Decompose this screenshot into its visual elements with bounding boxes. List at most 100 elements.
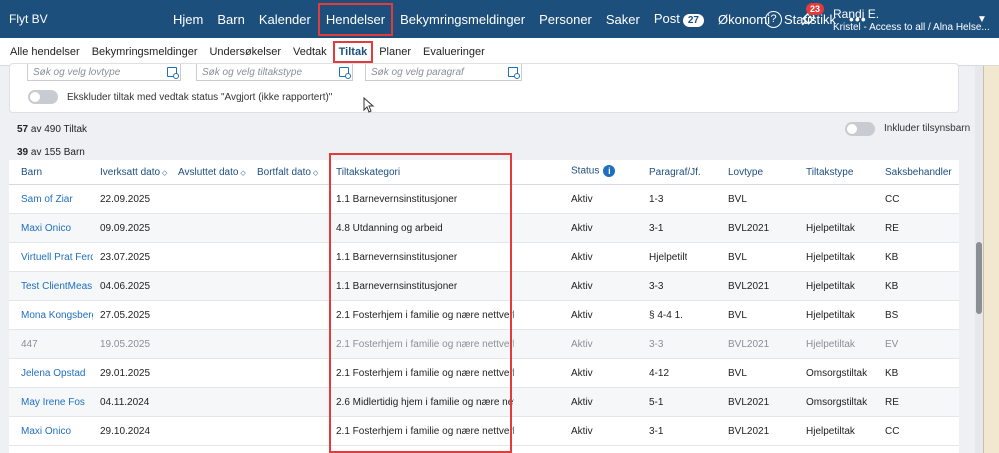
col-tiltakskategori[interactable]: Tiltakskategori — [336, 167, 400, 178]
table-row[interactable]: May Irene Fos 04.11.2024 2.6 Midlertidig h… — [9, 388, 959, 417]
cell-iverksatt: 29.01.2025 — [100, 368, 151, 379]
table-row[interactable]: Maxi Onico 09.09.2025 4.8 Utdanning og arb… — [9, 214, 959, 243]
nav-bekymringsmeldinger[interactable]: Bekymringsmeldinger — [393, 12, 532, 27]
col-saksbehandler[interactable]: Saksbehandler — [885, 167, 952, 178]
info-icon[interactable]: i — [603, 165, 616, 177]
cell-saksbehandler: RE — [885, 397, 899, 408]
col-lovtype[interactable]: Lovtype — [728, 167, 763, 178]
cell-barn[interactable]: Mona Kongsberg — [21, 310, 93, 321]
cell-barn[interactable]: Maxi Onico — [21, 223, 71, 234]
search-icon[interactable] — [339, 67, 351, 79]
cell-tiltakskategori: 2.6 Midlertidig hjem i familie og nære n… — [336, 397, 514, 408]
include-tilsynsbarn-label: Inkluder tilsynsbarn — [884, 123, 971, 134]
col-paragraf[interactable]: Paragraf/Jf. — [649, 167, 701, 178]
sort-icon[interactable]: ◇ — [240, 170, 245, 177]
nav-saker[interactable]: Saker — [599, 12, 647, 27]
cell-status: Aktiv — [571, 194, 593, 205]
cell-tiltakstype: Hjelpetiltak — [806, 339, 855, 350]
cell-status: Aktiv — [571, 339, 593, 350]
col-iverksatt-dato[interactable]: Iverksatt dato ◇ — [100, 167, 167, 178]
tab-tiltak[interactable]: Tiltak — [332, 40, 374, 63]
cell-paragraf: 4-12 — [649, 368, 670, 379]
lovtype-input[interactable]: Søk og velg lovtype — [27, 64, 181, 81]
paragraf-input[interactable]: Søk og velg paragraf — [365, 64, 522, 81]
filter-panel: Søk og velg lovtype Søk og velg tiltakst… — [9, 63, 959, 113]
cell-iverksatt: 27.05.2025 — [100, 310, 151, 321]
cell-tiltakskategori: 1.1 Barnevernsinstitusjoner — [336, 252, 458, 263]
ruler — [983, 66, 999, 453]
search-icon[interactable] — [508, 67, 520, 79]
cell-barn[interactable]: Test ClientMeas... — [21, 281, 93, 292]
cell-tiltakskategori: 2.1 Fosterhjem i familie og nære nettver… — [336, 368, 514, 379]
tiltakstype-placeholder: Søk og velg tiltakstype — [202, 67, 303, 78]
cell-tiltakstype: Omsorgstiltak — [806, 368, 868, 379]
chevron-down-icon[interactable]: ▼ — [977, 14, 987, 25]
app-title[interactable]: Flyt BV — [9, 12, 48, 26]
col-avsluttet-dato[interactable]: Avsluttet dato ◇ — [178, 167, 246, 178]
cell-status: Aktiv — [571, 397, 593, 408]
nav-personer[interactable]: Personer — [532, 12, 599, 27]
cell-paragraf: 3-1 — [649, 426, 664, 437]
cell-tiltakstype: Hjelpetiltak — [806, 252, 855, 263]
table-row[interactable]: Test ClientMeas... 04.06.2025 1.1 Barnever… — [9, 272, 959, 301]
search-icon[interactable] — [167, 67, 179, 79]
col-tiltakstype[interactable]: Tiltakstype — [806, 167, 853, 178]
nav-post[interactable]: Post 27 — [647, 11, 711, 27]
cell-barn[interactable]: Maxi Onico — [21, 426, 71, 437]
table-row[interactable]: Virtuell Prat Ferd 23.07.2025 1.1 Barnever… — [9, 243, 959, 272]
cell-status: Aktiv — [571, 252, 593, 263]
tab-planer[interactable]: Planer — [373, 46, 417, 58]
cell-barn[interactable]: Sam of Ziar — [21, 194, 73, 205]
tab-bekymringsmeldinger[interactable]: Bekymringsmeldinger — [86, 46, 204, 58]
notification-badge: 23 — [806, 3, 825, 15]
cell-lovtype: BVL — [728, 194, 747, 205]
scrollbar-thumb[interactable] — [976, 242, 982, 314]
nav-hendelser[interactable]: Hendelser — [317, 2, 394, 36]
cell-saksbehandler: KB — [885, 281, 899, 292]
sort-icon[interactable]: ◇ — [313, 170, 318, 177]
tiltak-count-number: 57 — [17, 124, 29, 135]
col-status[interactable]: Status i — [571, 165, 616, 177]
cell-barn[interactable]: Jelena Opstad — [21, 368, 86, 379]
tiltakstype-input[interactable]: Søk og velg tiltakstype — [196, 64, 353, 81]
tab-vedtak[interactable]: Vedtak — [287, 46, 333, 58]
table-row[interactable]: Jelena Opstad 29.01.2025 2.1 Fosterhjem i … — [9, 359, 959, 388]
main-nav: Hjem Barn Kalender Hendelser Bekymringsm… — [166, 0, 867, 38]
cell-lovtype: BVL2021 — [728, 223, 770, 234]
tab-alle-hendelser[interactable]: Alle hendelser — [4, 46, 86, 58]
col-avsluttet-label: Avsluttet dato — [178, 167, 239, 178]
help-icon[interactable]: ? — [765, 11, 782, 28]
exclude-toggle[interactable] — [28, 90, 58, 104]
user-role[interactable]: Kristel - Access to all / Alna Helse... — [833, 22, 990, 33]
cell-iverksatt: 23.07.2025 — [100, 252, 151, 263]
cell-saksbehandler: KB — [885, 368, 899, 379]
include-tilsynsbarn-toggle[interactable] — [845, 122, 875, 136]
tab-undersokelser[interactable]: Undersøkelser — [203, 46, 287, 58]
cell-paragraf: 3-3 — [649, 281, 664, 292]
nav-hjem[interactable]: Hjem — [166, 12, 210, 27]
cell-paragraf: 1-3 — [649, 194, 664, 205]
cell-barn[interactable]: Virtuell Prat Ferd — [21, 252, 93, 263]
col-barn[interactable]: Barn — [21, 167, 42, 178]
cell-barn[interactable]: 447 — [21, 339, 38, 350]
nav-post-label: Post — [653, 11, 680, 26]
cell-tiltakskategori: 2.1 Fosterhjem i familie og nære nettver… — [336, 339, 514, 350]
tab-evalueringer[interactable]: Evalueringer — [417, 46, 491, 58]
cell-paragraf: 5-1 — [649, 397, 664, 408]
user-name[interactable]: Randi E. — [833, 7, 879, 21]
table-row[interactable]: Maxi Onico 29.10.2024 2.1 Fosterhjem i fam… — [9, 417, 959, 446]
nav-kalender[interactable]: Kalender — [252, 12, 318, 27]
nav-barn[interactable]: Barn — [210, 12, 251, 27]
cell-tiltakstype: Hjelpetiltak — [806, 223, 855, 234]
cell-status: Aktiv — [571, 281, 593, 292]
table-row[interactable]: Mona Kongsberg 27.05.2025 2.1 Fosterhjem i… — [9, 301, 959, 330]
table-row[interactable]: 447 19.05.2025 2.1 Fosterhjem i familie og… — [9, 330, 959, 359]
col-bortfalt-dato[interactable]: Bortfalt dato ◇ — [257, 167, 318, 178]
sort-icon[interactable]: ◇ — [162, 170, 167, 177]
cell-paragraf: § 4-4 1. — [649, 310, 683, 321]
cell-tiltakskategori: 1.1 Barnevernsinstitusjoner — [336, 281, 458, 292]
cell-barn[interactable]: May Irene Fos — [21, 397, 85, 408]
table-row[interactable]: Sam of Ziar 22.09.2025 1.1 Barnevernsinsti… — [9, 185, 959, 214]
cell-saksbehandler: BS — [885, 310, 899, 321]
cell-paragraf: 3-1 — [649, 223, 664, 234]
